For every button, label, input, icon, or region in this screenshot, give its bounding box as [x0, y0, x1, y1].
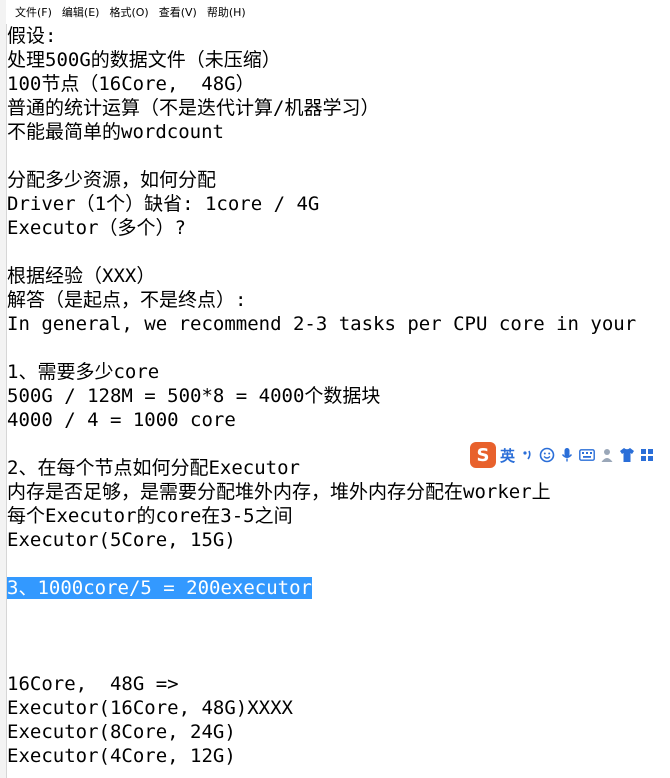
text-line: In general, we recommend 2-3 tasks per C…	[7, 313, 637, 335]
text-line: 普通的统计运算（不是迭代计算/机器学习）	[7, 97, 380, 119]
text-line: Driver（1个）缺省: 1core / 4G	[7, 193, 320, 215]
text-line: Executor(8Core, 24G)	[7, 721, 236, 743]
text-line: 不能最简单的wordcount	[7, 121, 224, 143]
menu-help[interactable]: 帮助(H)	[202, 4, 251, 20]
text-line: Executor（多个）?	[7, 217, 186, 239]
text-line: 解答（是起点，不是终点）:	[7, 289, 247, 311]
text-line: 每个Executor的core在3-5之间	[7, 505, 293, 527]
menu-file[interactable]: 文件(F)	[10, 4, 57, 20]
text-line: 500G / 128M = 500*8 = 4000个数据块	[7, 385, 381, 407]
emoji-icon[interactable]	[539, 447, 555, 463]
text-line: 分配多少资源，如何分配	[7, 169, 217, 191]
text-line: 2、在每个节点如何分配Executor	[7, 457, 300, 479]
ime-toolbar: S 英	[470, 441, 670, 469]
menu-edit[interactable]: 编辑(E)	[57, 4, 105, 20]
text-editor-area[interactable]: 假设: 处理500G的数据文件（未压缩） 100节点（16Core, 48G） 普通的…	[6, 24, 670, 778]
text-line: 内存是否足够，是需要分配堆外内存，堆外内存分配在worker上	[7, 481, 551, 503]
menu-view[interactable]: 查看(V)	[154, 4, 202, 20]
text-line: 16Core, 48G =>	[7, 673, 179, 695]
menu-format[interactable]: 格式(O)	[104, 4, 153, 20]
text-line: 根据经验（XXX）	[7, 265, 156, 287]
user-icon[interactable]	[599, 447, 615, 463]
text-line: Executor(4Core, 12G)	[7, 745, 236, 767]
grid-icon[interactable]	[639, 447, 655, 463]
text-line: Executor(5Core, 15G)	[7, 529, 236, 551]
keyboard-icon[interactable]	[579, 447, 595, 463]
text-line: 1、需要多少core	[7, 361, 160, 383]
text-line: Executor(16Core, 48G)XXXX	[7, 697, 293, 719]
shirt-icon[interactable]	[619, 447, 635, 463]
text-line: 3、1000core/5 = 200executor	[7, 576, 312, 600]
text-line: 处理500G的数据文件（未压缩）	[7, 49, 281, 71]
text-line: 假设:	[7, 25, 57, 47]
ime-language-toggle[interactable]: 英	[500, 445, 515, 466]
menu-bar: 文件(F) 编辑(E) 格式(O) 查看(V) 帮助(H)	[6, 0, 670, 24]
microphone-icon[interactable]	[559, 447, 575, 463]
text-line: 100节点（16Core, 48G）	[7, 73, 255, 95]
selected-text: 3、1000core/5 = 200executor	[7, 577, 312, 599]
text-line: 4000 / 4 = 1000 core	[7, 409, 236, 431]
sogou-logo-icon[interactable]: S	[470, 442, 496, 468]
punctuation-icon[interactable]	[519, 447, 535, 463]
